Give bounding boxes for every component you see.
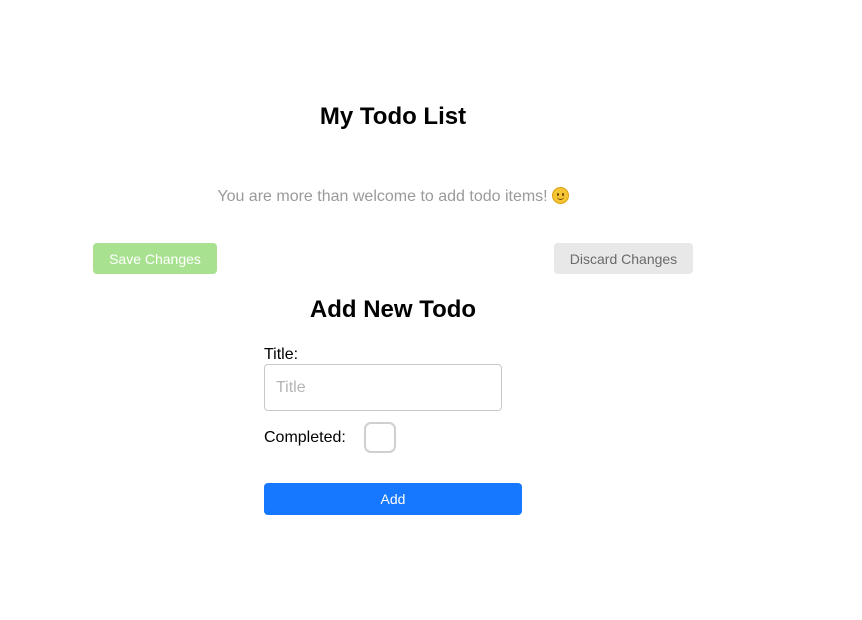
page-title: My Todo List	[319, 103, 467, 130]
add-todo-heading: Add New Todo	[309, 296, 477, 323]
add-todo-button[interactable]: Add	[264, 483, 522, 515]
welcome-message: You are more than welcome to add todo it…	[0, 186, 786, 208]
completed-label: Completed:	[264, 429, 346, 446]
discard-changes-button[interactable]: Discard Changes	[554, 243, 693, 274]
title-input[interactable]	[264, 364, 502, 411]
welcome-message-text: You are more than welcome to add todo it…	[217, 188, 548, 205]
save-changes-button[interactable]: Save Changes	[93, 243, 217, 274]
title-label: Title:	[264, 346, 299, 363]
smiling-face-icon	[551, 187, 569, 204]
completed-checkbox[interactable]	[364, 422, 396, 453]
